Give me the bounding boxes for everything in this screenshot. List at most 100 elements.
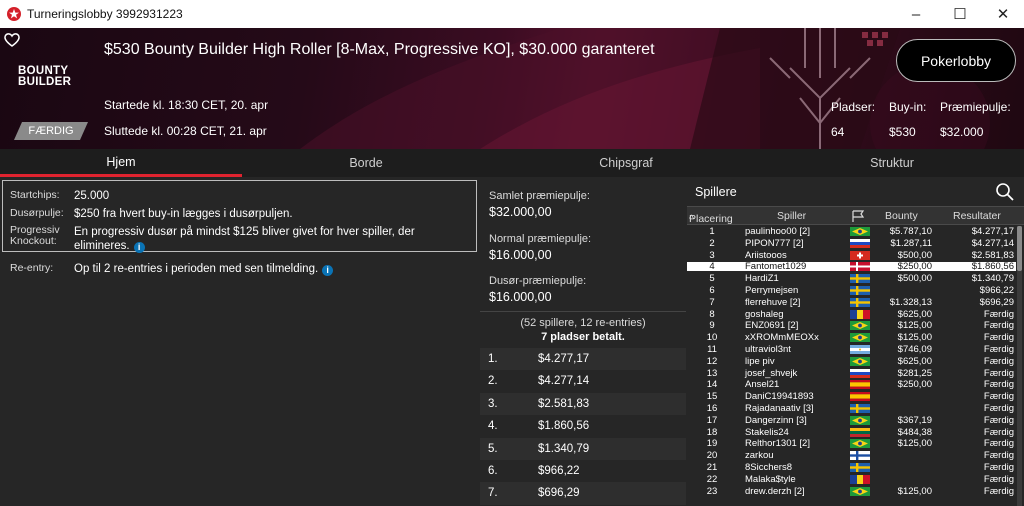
prizepool-label: Præmiepulje: [940,100,1011,114]
brand-line2: BUILDER [18,76,72,88]
player-place: 19 [706,438,718,450]
scrollbar-thumb[interactable] [1017,226,1022,271]
col-player[interactable]: Spiller [777,210,806,222]
player-row[interactable]: 18 Stakelis24 $484,38 Færdig [687,426,1016,438]
player-row[interactable]: 14 Ansel21 $250,00 Færdig [687,379,1016,391]
flag-column-icon[interactable] [851,210,865,222]
player-result: Færdig [983,462,1014,473]
players-panel: Spillere Placering ^ Spiller Bounty Resu… [687,180,1024,506]
tournament-title: $530 Bounty Builder High Roller [8-Max, … [104,41,655,58]
player-name: Relthor1301 [2] [745,438,810,450]
romania-flag-icon [850,309,870,319]
paid-places-text: 7 pladser betalt. [541,331,625,343]
payout-row: 4. $1.860,56 [480,415,686,439]
reentry-text: Op til 2 re-entries i perioden med sen t… [74,263,319,275]
payout-amount: $2.581,83 [538,397,590,410]
payout-amount: $1.340,79 [538,442,590,455]
spain-flag-icon [850,380,870,390]
player-result: Færdig [983,450,1014,462]
player-row[interactable]: 11 ultraviol3nt $746,09 Færdig [687,345,1016,355]
player-result: $1.340,79 [971,273,1014,285]
pko-text: En progressiv dusør på mindst $125 blive… [74,226,415,252]
payout-row: 7. $696,29 [480,482,686,506]
player-row[interactable]: 3 Ariistooos $500,00 $2.581,83 [687,249,1016,261]
finland-flag-icon [850,451,870,461]
status-badge: FÆRDIG [14,122,88,140]
player-row[interactable]: 12 lipe piv $625,00 Færdig [687,355,1016,367]
sweden-flag-icon [850,274,870,284]
brazil-flag-icon [850,227,870,236]
player-row[interactable]: 22 Malaka$tyle Færdig [687,475,1016,485]
player-place: 12 [706,355,718,367]
player-result: Færdig [983,391,1014,403]
player-result: Færdig [983,332,1014,344]
player-row[interactable]: 20 zarkou Færdig [687,450,1016,462]
player-row[interactable]: 19 Relthor1301 [2] $125,00 Færdig [687,438,1016,450]
payout-row: 3. $2.581,83 [480,392,686,416]
tab-structure[interactable]: Struktur [771,149,1013,177]
player-name: zarkou [745,450,774,462]
player-row[interactable]: 15 DaniC19941893 Færdig [687,391,1016,403]
close-button[interactable]: ✕ [980,0,1024,28]
payout-place: 7. [488,487,498,500]
tab-home[interactable]: Hjem [0,149,242,177]
total-prize-value: $32.000,00 [489,205,552,219]
col-bounty[interactable]: Bounty [885,210,918,222]
brazil-flag-icon [850,356,870,366]
tab-tables[interactable]: Borde [245,149,487,177]
player-place: 6 [709,285,715,296]
player-result: Færdig [983,485,1014,497]
payout-row: 1. $4.277,17 [480,348,686,371]
col-result[interactable]: Resultater [953,210,1001,222]
payout-place: 5. [488,442,498,455]
maximize-button[interactable]: ☐ [937,0,983,28]
player-bounty: $5.787,10 [889,226,932,237]
payout-row: 2. $4.277,14 [480,370,686,394]
player-place: 15 [706,391,718,403]
lithuania-flag-icon [850,427,870,437]
prize-panel: Samlet præmiepulje: $32.000,00 Normal pr… [480,180,686,506]
player-row[interactable]: 13 josef_shvejk $281,25 Færdig [687,368,1016,378]
player-result: $4.277,17 [971,226,1014,237]
player-name: flerrehuve [2] [745,296,801,308]
payout-place: 3. [488,397,498,410]
player-bounty: $250,00 [897,261,932,273]
player-row[interactable]: 6 Perrymejsen $966,22 [687,285,1016,296]
player-name: Fantomet1029 [745,261,807,273]
player-row[interactable]: 7 flerrehuve [2] $1.328,13 $696,29 [687,296,1016,308]
denmark-flag-icon [850,262,870,272]
player-row[interactable]: 8 goshaleg $625,00 Færdig [687,309,1016,319]
player-row[interactable]: 4 Fantomet1029 $250,00 $1.860,56 [687,261,1016,273]
minimize-button[interactable]: – [893,0,939,28]
tab-chipgraph[interactable]: Chipsgraf [505,149,747,177]
pko-info-icon[interactable]: i [133,241,145,253]
normal-prize-label: Normal præmiepulje: [489,233,592,245]
player-row[interactable]: 16 Rajadanaativ [3] Færdig [687,404,1016,414]
player-result: $1.860,56 [971,261,1014,273]
window-title: Turneringslobby 3992931223 [27,7,183,21]
reentry-info-icon[interactable]: i [322,264,334,276]
sweden-flag-icon [850,297,870,307]
player-name: Stakelis24 [745,426,789,438]
player-place: 3 [709,249,715,261]
poker-lobby-button[interactable]: Pokerlobby [896,39,1016,82]
favorite-heart-icon[interactable] [3,32,21,48]
player-row[interactable]: 21 8Sicchers8 Færdig [687,462,1016,473]
player-result: Færdig [983,379,1014,391]
player-bounty: $1.328,13 [889,296,932,308]
players-scrollbar[interactable] [1017,226,1022,506]
player-row[interactable]: 10 xXROMmMEOXx $125,00 Færdig [687,332,1016,344]
search-icon[interactable] [995,182,1015,202]
player-place: 10 [706,332,718,344]
player-place: 21 [706,462,718,473]
player-row[interactable]: 5 HardiZ1 $500,00 $1.340,79 [687,273,1016,285]
player-row[interactable]: 17 Dangerzinn [3] $367,19 Færdig [687,416,1016,426]
player-row[interactable]: 23 drew.derzh [2] $125,00 Færdig [687,485,1016,497]
player-place: 4 [709,261,715,273]
player-row[interactable]: 2 PIPON777 [2] $1.287,11 $4.277,14 [687,239,1016,249]
player-row[interactable]: 1 paulinhoo00 [2] $5.787,10 $4.277,17 [687,226,1016,237]
argentina-flag-icon [850,345,870,354]
player-row[interactable]: 9 ENZ0691 [2] $125,00 Færdig [687,321,1016,331]
payout-place: 4. [488,420,498,433]
pokerstars-logo-icon [7,7,21,21]
